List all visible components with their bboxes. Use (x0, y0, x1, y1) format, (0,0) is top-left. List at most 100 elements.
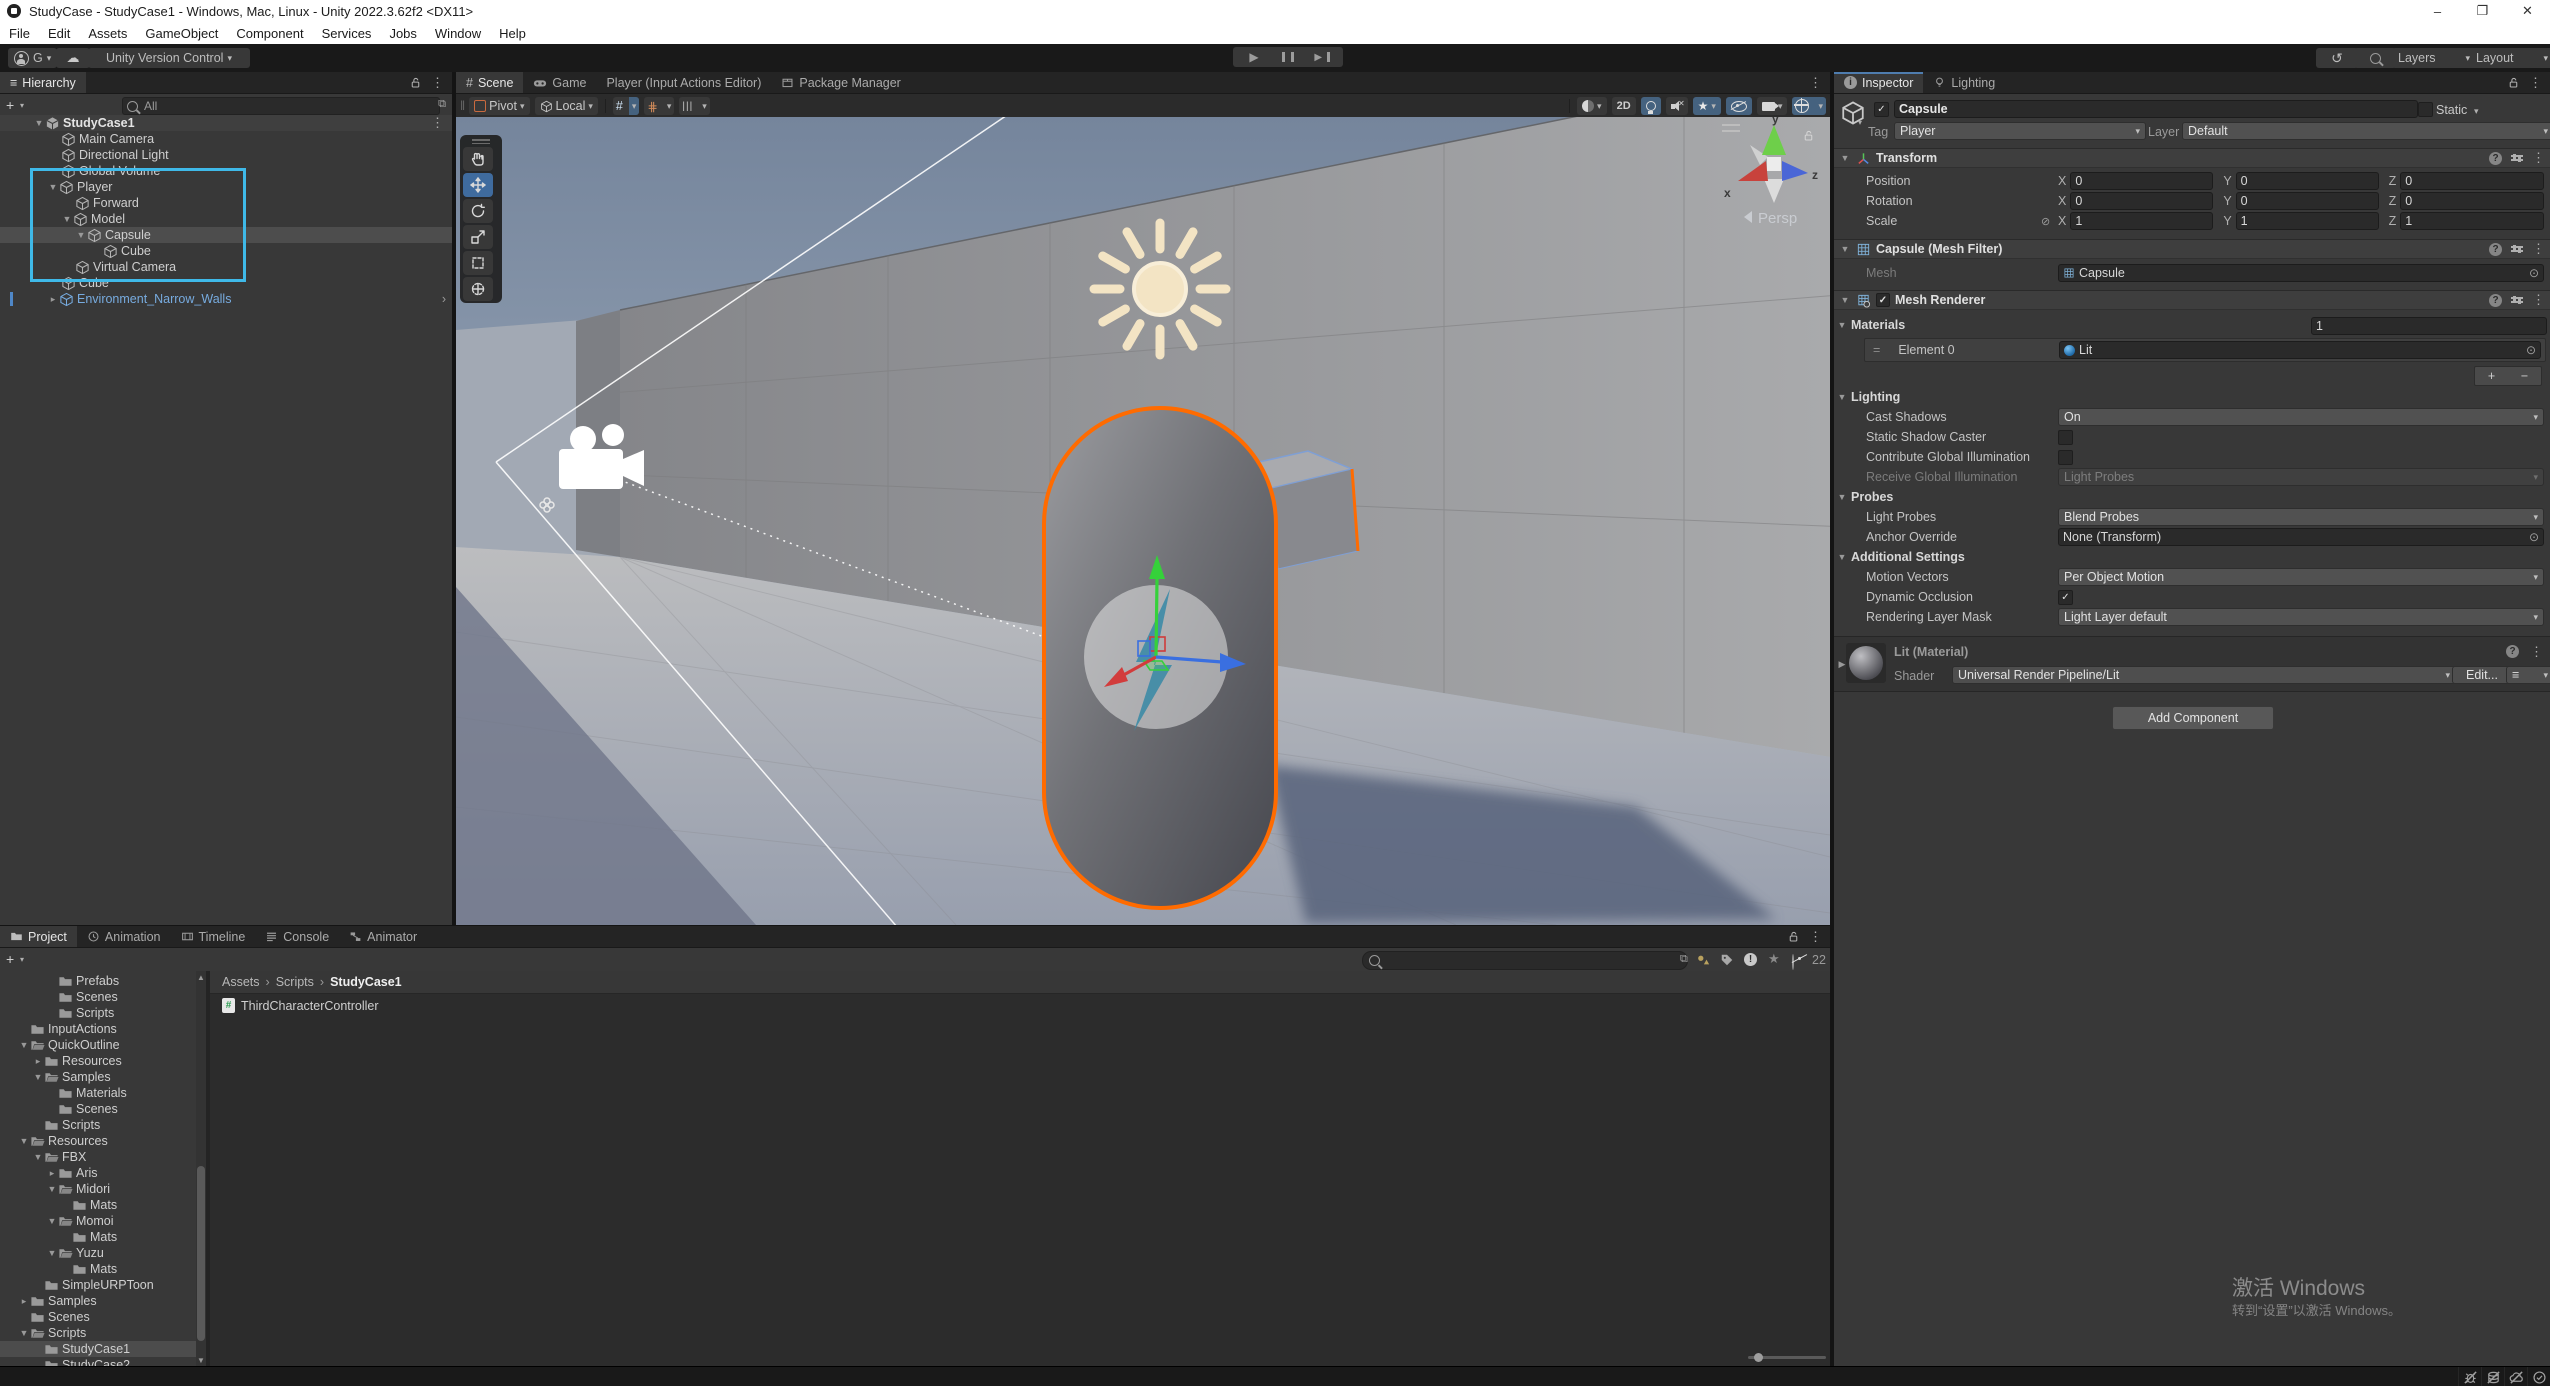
inspector-menu-icon[interactable]: ⋮ (2529, 75, 2542, 91)
create-asset-button[interactable]: + (6, 951, 14, 967)
expand-icon[interactable]: ▼ (75, 230, 87, 240)
hierarchy-menu-icon[interactable]: ⋮ (431, 75, 444, 91)
menu-edit[interactable]: Edit (39, 22, 79, 44)
static-dropdown-icon[interactable]: ▾ (2474, 106, 2479, 117)
transform-component-header[interactable]: ▼ Transform ? ⋮ (1834, 148, 2550, 168)
rotation-y-field[interactable]: 0 (2236, 192, 2379, 210)
menu-window[interactable]: Window (426, 22, 490, 44)
tree-row[interactable]: Scenes (0, 1309, 196, 1325)
tab-inspector[interactable]: i Inspector (1834, 72, 1923, 93)
material-menu-icon[interactable]: ⋮ (2530, 644, 2543, 660)
expand-icon[interactable]: ▼ (18, 1040, 30, 1050)
component-enabled-checkbox[interactable]: ✓ (1876, 293, 1890, 307)
grid-snap-dropdown-icon[interactable]: ▾ (629, 97, 640, 115)
position-z-field[interactable]: 0 (2400, 172, 2544, 190)
hierarchy-row[interactable]: Directional Light (0, 147, 452, 163)
increment-snap-button[interactable]: ⋕ ▾ (644, 97, 674, 115)
scene-menu-icon[interactable]: ⋮ (431, 115, 444, 131)
tab-console[interactable]: Console (255, 926, 339, 947)
menu-gameobject[interactable]: GameObject (136, 22, 227, 44)
axis-y[interactable] (1156, 579, 1157, 657)
prefab-open-icon[interactable]: › (442, 292, 446, 306)
menu-services[interactable]: Services (313, 22, 381, 44)
static-checkbox[interactable] (2418, 102, 2433, 117)
restore-button[interactable]: ❐ (2460, 0, 2505, 22)
component-menu-icon[interactable]: ⋮ (2532, 150, 2545, 166)
rotation-z-field[interactable]: 0 (2400, 192, 2544, 210)
close-button[interactable]: ✕ (2505, 0, 2550, 22)
progress-ok-icon[interactable] (2527, 1367, 2550, 1386)
account-button[interactable]: G ▾ (8, 48, 57, 68)
scene-viewport[interactable]: y x z Persp (456, 117, 1830, 925)
project-search-field[interactable] (1362, 951, 1688, 970)
object-name-field[interactable]: Capsule (1894, 100, 2418, 118)
tab-timeline[interactable]: Timeline (171, 926, 256, 947)
tab-package-manager[interactable]: Package Manager (771, 72, 910, 93)
tree-row[interactable]: Scripts (0, 1005, 196, 1021)
mesh-renderer-header[interactable]: ▼ ✓ Mesh Renderer ? ⋮ (1834, 290, 2550, 310)
tree-row[interactable]: Scenes (0, 1101, 196, 1117)
shader-dropdown[interactable]: Universal Render Pipeline/Lit▾ (1952, 666, 2456, 684)
menu-jobs[interactable]: Jobs (380, 22, 425, 44)
help-icon[interactable]: ? (2506, 645, 2519, 658)
view-pan-tool[interactable] (463, 147, 493, 171)
open-search-window-icon[interactable]: ⧉ (438, 98, 446, 111)
tree-row[interactable]: Prefabs (0, 973, 196, 989)
motion-vectors-dropdown[interactable]: Per Object Motion▾ (2058, 568, 2544, 586)
tree-row[interactable]: SimpleURPToon (0, 1277, 196, 1293)
toolbar-drag-handle[interactable]: ‖ (460, 99, 464, 113)
rendering-layer-mask-dropdown[interactable]: Light Layer default▾ (2058, 608, 2544, 626)
presets-icon[interactable] (2511, 246, 2523, 251)
menu-assets[interactable]: Assets (79, 22, 136, 44)
tab-project[interactable]: Project (0, 926, 77, 947)
tree-row[interactable]: ▼Yuzu (0, 1245, 196, 1261)
rect-tool[interactable] (463, 251, 493, 275)
hidden-count-eye-icon[interactable] (1792, 954, 1794, 970)
remove-element-button[interactable]: − (2508, 367, 2541, 385)
drag-handle-icon[interactable]: = (1873, 343, 1880, 357)
step-button[interactable]: ▶ (1301, 47, 1343, 67)
hierarchy-row[interactable]: ▼ Player (0, 179, 452, 195)
material-element-row[interactable]: = Element 0 Lit ⊙ (1864, 338, 2546, 362)
minimize-button[interactable]: – (2415, 0, 2460, 22)
open-search-window-icon[interactable]: ⧉ (1680, 953, 1688, 966)
gameobject-icon-dropdown[interactable]: ▾ (1858, 118, 1862, 127)
light-probes-dropdown[interactable]: Blend Probes▾ (2058, 508, 2544, 526)
asset-item[interactable]: # ThirdCharacterController (222, 998, 379, 1013)
materials-count-field[interactable]: 1 (2311, 317, 2547, 335)
cache-server-disabled-icon[interactable] (2481, 1367, 2504, 1386)
tree-row[interactable]: Mats (0, 1261, 196, 1277)
materials-foldout[interactable]: ▼ Materials (1836, 316, 1905, 334)
tree-row[interactable]: ▸Aris (0, 1165, 196, 1181)
help-icon[interactable]: ? (2489, 152, 2502, 165)
mesh-object-field[interactable]: Capsule ⊙ (2058, 264, 2544, 282)
static-shadow-caster-checkbox[interactable] (2058, 430, 2073, 445)
tree-row[interactable]: Mats (0, 1229, 196, 1245)
increment-snap-dropdown-icon[interactable]: ▾ (664, 97, 675, 115)
tree-row-selected[interactable]: StudyCase1 (0, 1341, 196, 1357)
help-icon[interactable]: ? (2489, 294, 2502, 307)
saved-search-star-icon[interactable]: ★ (1768, 951, 1780, 967)
scale-tool[interactable] (463, 225, 493, 249)
expand-icon[interactable]: ▼ (33, 118, 45, 128)
tree-row[interactable]: ▼Resources (0, 1133, 196, 1149)
expand-icon[interactable]: ▸ (47, 294, 59, 305)
hierarchy-row[interactable]: ▼ Model (0, 211, 452, 227)
hierarchy-row[interactable]: Forward (0, 195, 452, 211)
move-tool[interactable] (463, 173, 493, 197)
pivot-mode-dropdown[interactable]: Pivot ▾ (469, 97, 529, 115)
tree-row[interactable]: ▸Resources (0, 1053, 196, 1069)
expand-icon[interactable]: ▼ (18, 1328, 30, 1338)
debugger-disabled-icon[interactable] (2458, 1367, 2481, 1386)
scale-z-field[interactable]: 1 (2400, 212, 2544, 230)
create-dropdown-icon[interactable]: ▾ (20, 101, 24, 110)
menu-file[interactable]: File (0, 22, 39, 44)
slider-knob[interactable] (1754, 1353, 1763, 1362)
handle-rotation-dropdown[interactable]: Local ▾ (535, 97, 598, 115)
fold-icon[interactable]: ▼ (1839, 244, 1851, 254)
persp-label[interactable]: Persp (1758, 210, 1797, 227)
project-menu-icon[interactable]: ⋮ (1809, 929, 1822, 945)
hidden-objects-toggle[interactable] (1726, 97, 1752, 115)
grid-snapping-button[interactable]: # ▾ (613, 97, 639, 115)
hierarchy-row-selected[interactable]: ▼ Capsule (0, 227, 452, 243)
